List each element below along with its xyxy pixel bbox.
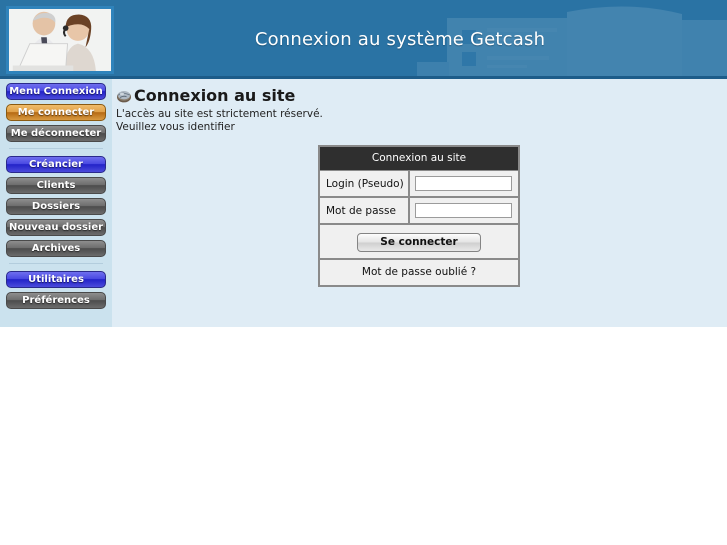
page-title: Connexion au système Getcash	[254, 29, 546, 50]
sidebar-item-clients[interactable]: Clients	[6, 177, 106, 194]
sidebar-group-utilitaires: Utilitaires Préférences	[6, 271, 106, 309]
login-input-cell	[410, 171, 518, 196]
forgot-password-link[interactable]: Mot de passe oublié ?	[320, 260, 518, 285]
sidebar-group-creancier: Créancier Clients Dossiers Nouveau dossi…	[6, 156, 106, 257]
content-heading: Connexion au site	[116, 86, 727, 105]
sidebar-item-me-connecter[interactable]: Me connecter	[6, 104, 106, 121]
sidebar-item-utilitaires[interactable]: Utilitaires	[6, 271, 106, 288]
content-subtitle-line2: Veuillez vous identifier	[116, 120, 235, 133]
login-label: Login (Pseudo)	[320, 171, 410, 196]
content-subtitle: L'accès au site est strictement réservé.…	[116, 108, 727, 133]
login-row-username: Login (Pseudo)	[320, 171, 518, 198]
login-submit-row: Se connecter	[320, 225, 518, 260]
sidebar-separator-1	[9, 148, 103, 149]
password-label: Mot de passe	[320, 198, 410, 223]
sidebar-item-creancier[interactable]: Créancier	[6, 156, 106, 173]
password-input[interactable]	[415, 203, 512, 218]
content-heading-text: Connexion au site	[134, 86, 296, 105]
company-photo	[6, 6, 114, 74]
login-input[interactable]	[415, 176, 512, 191]
page-footer-blank	[0, 327, 727, 545]
globe-icon	[117, 90, 131, 102]
sidebar: Menu Connexion Me connecter Me déconnect…	[0, 79, 112, 327]
submit-button[interactable]: Se connecter	[357, 233, 481, 252]
sidebar-item-me-deconnecter[interactable]: Me déconnecter	[6, 125, 106, 142]
sidebar-separator-2	[9, 263, 103, 264]
sidebar-item-menu-connexion[interactable]: Menu Connexion	[6, 83, 106, 100]
sidebar-group-connexion: Menu Connexion Me connecter Me déconnect…	[6, 83, 106, 142]
business-people-photo-icon	[9, 9, 111, 71]
body-wrapper: Menu Connexion Me connecter Me déconnect…	[0, 79, 727, 327]
login-form: Connexion au site Login (Pseudo) Mot de …	[318, 145, 520, 287]
site-header: Connexion au système Getcash	[0, 0, 727, 79]
content-area: Connexion au site L'accès au site est st…	[112, 79, 727, 327]
content-subtitle-line1: L'accès au site est strictement réservé.	[116, 108, 323, 120]
sidebar-item-archives[interactable]: Archives	[6, 240, 106, 257]
sidebar-item-nouveau-dossier[interactable]: Nouveau dossier	[6, 219, 106, 236]
sidebar-item-preferences[interactable]: Préférences	[6, 292, 106, 309]
page-root: Connexion au système Getcash Menu Connex…	[0, 0, 727, 545]
login-row-password: Mot de passe	[320, 198, 518, 225]
sidebar-item-dossiers[interactable]: Dossiers	[6, 198, 106, 215]
password-input-cell	[410, 198, 518, 223]
login-form-title: Connexion au site	[320, 147, 518, 171]
